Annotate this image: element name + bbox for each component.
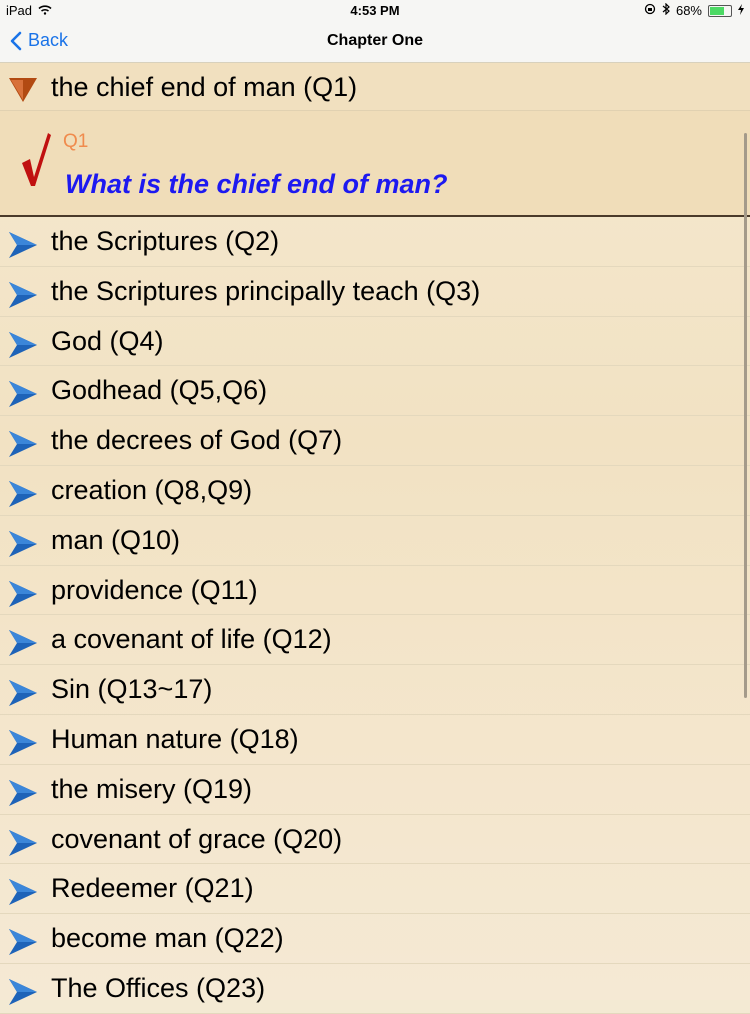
list-item[interactable]: the Scriptures principally teach (Q3): [0, 267, 750, 317]
navigation-bar: Back Chapter One: [0, 22, 750, 63]
rotation-lock-icon: [644, 3, 656, 18]
list-item[interactable]: the decrees of God (Q7): [0, 416, 750, 466]
disclosure-arrow-icon: [9, 580, 37, 607]
disclosure-arrow-icon: [9, 829, 37, 856]
list-item-label: Human nature (Q18): [51, 723, 299, 754]
list-item[interactable]: covenant of grace (Q20): [0, 815, 750, 865]
disclosure-arrow-icon: [9, 630, 37, 657]
list-item-label: covenant of grace (Q20): [51, 823, 343, 854]
chapter-list[interactable]: the chief end of man (Q1) Q1 What is the…: [0, 63, 750, 1014]
status-time: 4:53 PM: [350, 3, 400, 18]
list-item[interactable]: The Offices (Q23): [0, 964, 750, 1014]
list-item[interactable]: God (Q4): [0, 317, 750, 367]
list-item-label: providence (Q11): [51, 574, 258, 605]
list-item[interactable]: Godhead (Q5,Q6): [0, 366, 750, 417]
disclosure-arrow-icon: [9, 480, 37, 507]
list-item[interactable]: Redeemer (Q21): [0, 864, 750, 915]
list-item[interactable]: creation (Q8,Q9): [0, 466, 750, 516]
disclosure-arrow-icon: [9, 381, 37, 408]
list-item[interactable]: providence (Q11): [0, 566, 750, 616]
checkmark-icon: [22, 133, 51, 186]
list-item[interactable]: Human nature (Q18): [0, 715, 750, 765]
scrollbar[interactable]: [744, 133, 747, 698]
disclosure-arrow-icon: [9, 530, 37, 557]
list-item-label: The Offices (Q23): [51, 972, 266, 1003]
list-item-expanded[interactable]: the chief end of man (Q1): [0, 63, 750, 111]
list-item-label: the misery (Q19): [51, 773, 253, 804]
list-item-label: the chief end of man (Q1): [51, 72, 358, 102]
disclosure-arrow-icon: [9, 978, 37, 1005]
expanded-arrow-icon: [9, 78, 37, 102]
disclosure-arrow-icon: [9, 729, 37, 756]
battery-percent: 68%: [675, 3, 702, 18]
list-item-label: Sin (Q13~17): [51, 674, 213, 705]
list-item[interactable]: a covenant of life (Q12): [0, 615, 750, 666]
list-item[interactable]: the misery (Q19): [0, 765, 750, 815]
list-item-label: God (Q4): [51, 325, 164, 356]
question-text: What is the chief end of man?: [65, 169, 448, 199]
list-item[interactable]: become man (Q22): [0, 914, 750, 964]
list-item-label: a covenant of life (Q12): [51, 624, 332, 655]
status-bar: iPad 4:53 PM 68%: [0, 0, 750, 22]
disclosure-arrow-icon: [9, 680, 37, 707]
battery-icon: [708, 4, 732, 17]
charging-icon: [738, 3, 744, 18]
list-item-label: the decrees of God (Q7): [51, 425, 343, 456]
disclosure-arrow-icon: [9, 232, 37, 258]
list-item-label: the Scriptures principally teach (Q3): [51, 275, 481, 306]
disclosure-arrow-icon: [9, 331, 37, 358]
disclosure-arrow-icon: [9, 431, 37, 458]
bluetooth-icon: [662, 2, 670, 18]
list-item[interactable]: the Scriptures (Q2): [0, 217, 750, 267]
page-title: Chapter One: [326, 32, 423, 49]
list-item-label: the Scriptures (Q2): [51, 226, 280, 256]
disclosure-arrow-icon: [9, 779, 37, 806]
disclosure-arrow-icon: [9, 929, 37, 956]
disclosure-arrow-icon: [9, 879, 37, 906]
list-item-label: creation (Q8,Q9): [51, 474, 253, 505]
list-item-label: Godhead (Q5,Q6): [51, 375, 268, 406]
question-number: Q1: [63, 131, 89, 152]
question-detail: Q1 What is the chief end of man?: [0, 111, 750, 217]
list-item-label: Redeemer (Q21): [51, 873, 254, 904]
list-item-label: become man (Q22): [51, 923, 284, 954]
list-item[interactable]: Sin (Q13~17): [0, 665, 750, 715]
disclosure-arrow-icon: [9, 281, 37, 308]
list-item[interactable]: man (Q10): [0, 516, 750, 566]
list-item-label: man (Q10): [51, 524, 181, 555]
